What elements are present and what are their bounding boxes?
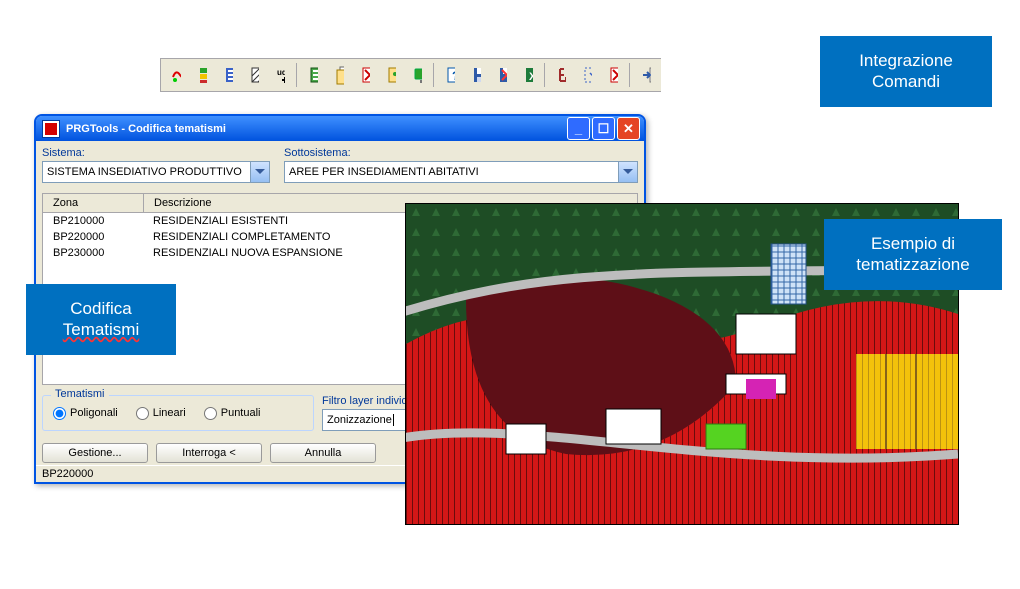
minimize-button[interactable]: _ xyxy=(567,117,590,140)
tool-layers-green-icon[interactable] xyxy=(190,63,214,87)
radio-puntuali[interactable]: Puntuali xyxy=(204,407,261,420)
tool-squiggle-icon[interactable] xyxy=(164,63,188,87)
sottosistema-value: AREE PER INSEDIAMENTI ABITATIVI xyxy=(289,166,479,178)
chevron-down-icon xyxy=(618,162,637,182)
tool-no-cross-icon[interactable] xyxy=(601,63,625,87)
window-title: PRGTools - Codifica tematismi xyxy=(66,123,226,135)
app-icon xyxy=(42,120,60,138)
svg-text:X: X xyxy=(529,71,533,83)
tool-save-x-icon[interactable] xyxy=(490,63,514,87)
radio-lineari-input[interactable] xyxy=(136,407,149,420)
tool-import-icon[interactable] xyxy=(634,63,658,87)
interroga-button[interactable]: Interroga < xyxy=(156,443,262,463)
command-toolbar: udm ? X xyxy=(160,58,661,92)
close-button[interactable]: ✕ xyxy=(617,117,640,140)
tool-help-icon[interactable]: ? xyxy=(438,63,462,87)
tool-save-icon[interactable] xyxy=(464,63,488,87)
tool-doc-x-red-icon[interactable] xyxy=(353,63,377,87)
radio-poligonali-input[interactable] xyxy=(53,407,66,420)
tool-doc-stack-icon[interactable] xyxy=(327,63,351,87)
tool-doc-tools-icon[interactable] xyxy=(379,63,403,87)
grid-header-zona[interactable]: Zona xyxy=(43,194,144,212)
callout-codifica: Codifica Tematismi xyxy=(26,284,176,355)
radio-poligonali[interactable]: Poligonali xyxy=(53,407,118,420)
sistema-label: Sistema: xyxy=(42,147,270,159)
tool-layers-blue-icon[interactable] xyxy=(216,63,240,87)
tool-excel-icon[interactable]: X xyxy=(516,63,540,87)
maximize-button[interactable]: ☐ xyxy=(592,117,615,140)
radio-puntuali-input[interactable] xyxy=(204,407,217,420)
svg-text:udm: udm xyxy=(277,68,285,77)
sottosistema-combo[interactable]: AREE PER INSEDIAMENTI ABITATIVI xyxy=(284,161,638,183)
tematismi-group: Tematismi Poligonali Lineari Puntuali xyxy=(42,395,314,431)
sottosistema-label: Sottosistema: xyxy=(284,147,638,159)
tool-scale-icon[interactable] xyxy=(549,63,573,87)
title-bar[interactable]: PRGTools - Codifica tematismi _ ☐ ✕ xyxy=(36,116,644,141)
annulla-button[interactable]: Annulla xyxy=(270,443,376,463)
sistema-combo[interactable]: SISTEMA INSEDIATIVO PRODUTTIVO xyxy=(42,161,270,183)
callout-integrazione: Integrazione Comandi xyxy=(820,36,992,107)
callout-esempio: Esempio di tematizzazione xyxy=(824,219,1002,290)
sistema-value: SISTEMA INSEDIATIVO PRODUTTIVO xyxy=(47,166,242,178)
tool-selector-icon[interactable] xyxy=(575,63,599,87)
tematismi-legend: Tematismi xyxy=(51,388,109,400)
radio-lineari[interactable]: Lineari xyxy=(136,407,186,420)
chevron-down-icon xyxy=(250,162,269,182)
svg-text:?: ? xyxy=(452,69,455,83)
status-text: BP220000 xyxy=(42,468,93,480)
tool-monitor-icon[interactable] xyxy=(405,63,429,87)
tool-list-green-icon[interactable] xyxy=(301,63,325,87)
gestione-button[interactable]: Gestione... xyxy=(42,443,148,463)
tool-hatch-icon[interactable] xyxy=(242,63,266,87)
tool-udm-icon[interactable]: udm xyxy=(268,63,292,87)
